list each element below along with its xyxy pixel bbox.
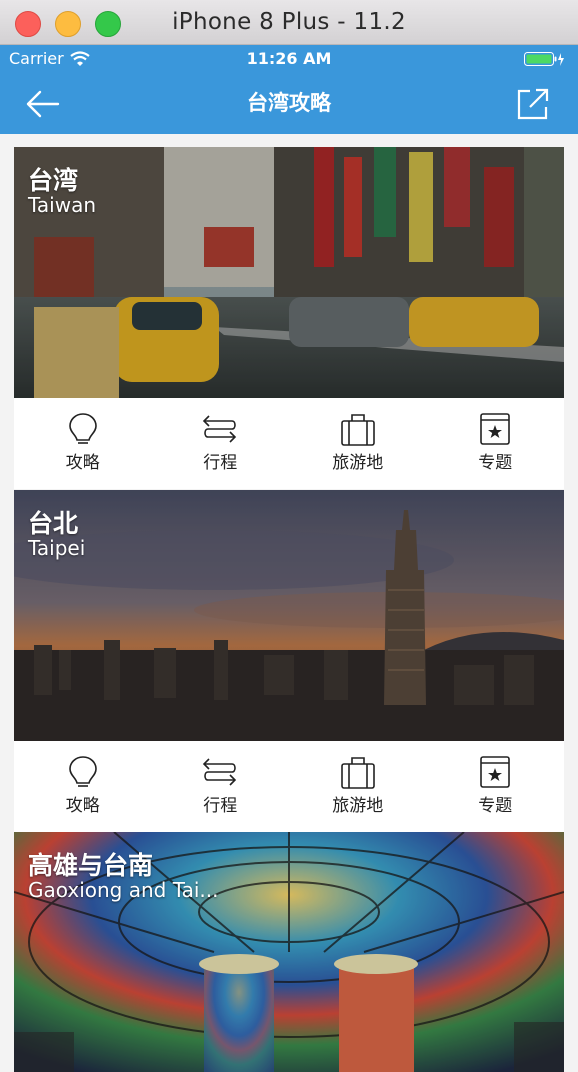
book-star-icon (480, 413, 511, 445)
status-bar: Carrier 11:26 AM (0, 45, 578, 73)
share-icon[interactable] (516, 87, 550, 121)
topics-label: 专题 (478, 796, 513, 816)
page-title: 台湾攻略 (247, 91, 331, 115)
topics-button[interactable]: 专题 (427, 398, 565, 489)
destination-name-en: Gaoxiong and Tai... (28, 878, 219, 902)
destination-name-en: Taipei (28, 536, 86, 560)
route-icon (203, 415, 237, 443)
itinerary-label: 行程 (203, 796, 238, 816)
luggage-icon (340, 414, 375, 446)
itinerary-label: 行程 (203, 453, 238, 473)
destination-name-zh: 台湾 (28, 166, 79, 195)
destination-name-zh: 高雄与台南 (28, 851, 154, 880)
topics-button[interactable]: 专题 (427, 741, 565, 832)
status-time: 11:26 AM (246, 49, 332, 68)
itinerary-button[interactable]: 行程 (152, 741, 290, 832)
hero-image-taiwan[interactable]: 台湾 Taiwan (14, 147, 564, 398)
taiwan-street-photo (14, 147, 564, 398)
taipei-skyline-photo (14, 490, 564, 741)
luggage-icon (340, 757, 375, 789)
itinerary-button[interactable]: 行程 (152, 398, 290, 489)
window-title: iPhone 8 Plus - 11.2 (172, 9, 406, 35)
destination-list: 台湾 Taiwan 攻略 行程 旅游地 专题 台北 Taipei 攻略 行程 旅… (0, 134, 578, 1072)
destinations-label: 旅游地 (332, 796, 384, 816)
lightbulb-icon (68, 413, 97, 444)
destination-name-en: Taiwan (28, 193, 97, 217)
route-icon (203, 758, 237, 786)
guide-button[interactable]: 攻略 (14, 398, 152, 489)
destination-card-taipei: 台北 Taipei 攻略 行程 旅游地 专题 (14, 490, 564, 832)
card-actions: 攻略 行程 旅游地 专题 (14, 398, 564, 489)
navigation-bar: 台湾攻略 (0, 73, 578, 134)
hero-image-taipei[interactable]: 台北 Taipei (14, 490, 564, 741)
guide-button[interactable]: 攻略 (14, 741, 152, 832)
book-star-icon (480, 756, 511, 788)
battery-icon (524, 52, 564, 66)
simulator-title-bar: iPhone 8 Plus - 11.2 (0, 0, 578, 45)
topics-label: 专题 (478, 453, 513, 473)
destination-card-kaohsiung-tainan: 高雄与台南 Gaoxiong and Tai... (14, 832, 564, 1072)
guide-label: 攻略 (65, 796, 100, 816)
destinations-label: 旅游地 (332, 453, 384, 473)
guide-label: 攻略 (65, 453, 100, 473)
hero-image-kaohsiung[interactable]: 高雄与台南 Gaoxiong and Tai... (14, 832, 564, 1072)
destinations-button[interactable]: 旅游地 (289, 398, 427, 489)
destination-name-zh: 台北 (28, 509, 79, 538)
lightbulb-icon (68, 756, 97, 787)
card-actions: 攻略 行程 旅游地 专题 (14, 741, 564, 832)
destination-card-taiwan: 台湾 Taiwan 攻略 行程 旅游地 专题 (14, 147, 564, 489)
destinations-button[interactable]: 旅游地 (289, 741, 427, 832)
